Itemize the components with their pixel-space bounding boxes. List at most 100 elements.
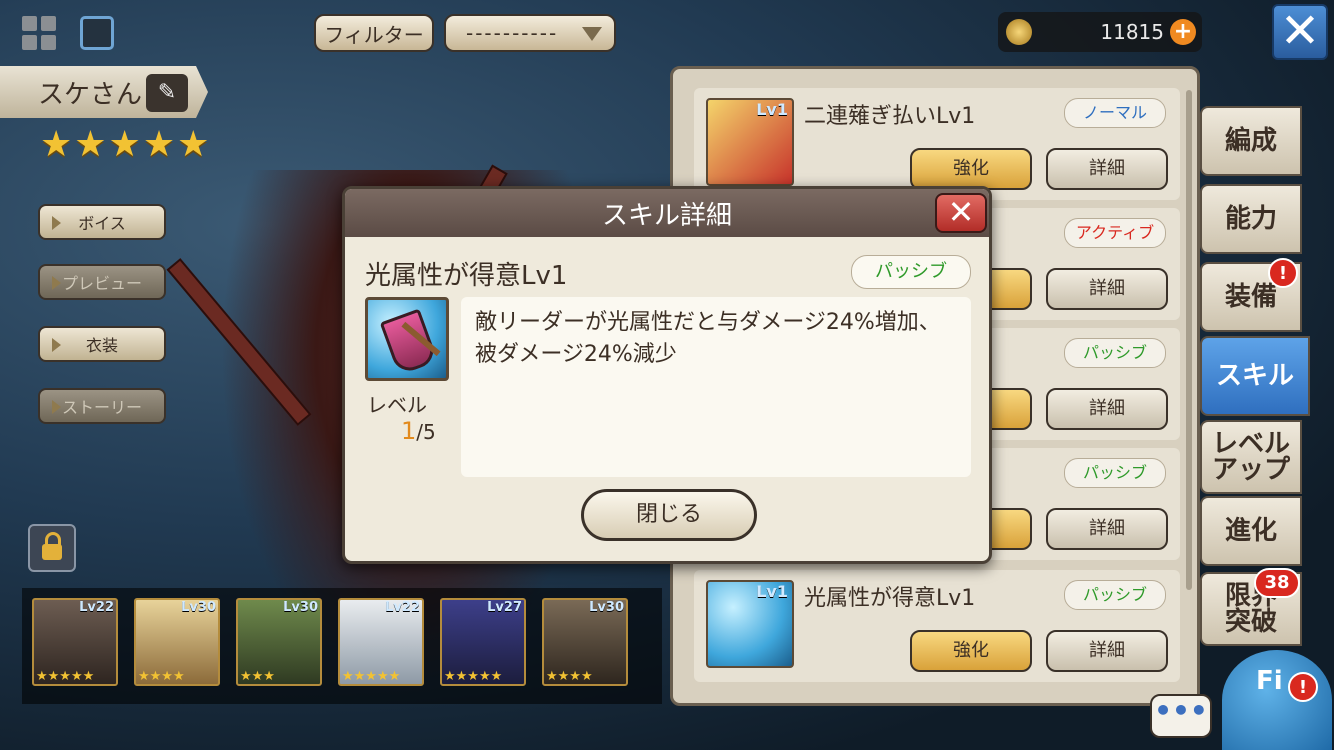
preview-button[interactable]: プレビュー (38, 264, 166, 300)
roster-unit[interactable]: Lv22 ★★★★★ (338, 598, 424, 686)
tab-formation[interactable]: 編成 (1200, 106, 1302, 176)
enhance-button[interactable]: 強化 (910, 630, 1032, 672)
skill-icon-level: Lv1 (756, 582, 788, 601)
skill-row: Lv1 光属性が得意Lv1 パッシブ 強化 詳細 (694, 570, 1180, 682)
filter-label: フィルター (324, 22, 424, 47)
skill-type-tag: パッシブ (1064, 458, 1166, 488)
tab-level-up[interactable]: レベル アップ (1200, 420, 1302, 494)
tab-skills[interactable]: スキル (1200, 336, 1310, 416)
chevron-down-icon (582, 27, 602, 41)
scrollbar[interactable] (1186, 90, 1192, 590)
detail-button[interactable]: 詳細 (1046, 148, 1168, 190)
skill-name: 二連薙ぎ払いLv1 (804, 104, 976, 129)
filter-button[interactable]: フィルター (314, 14, 434, 52)
field-mascot-button[interactable] (1222, 650, 1332, 750)
tab-label: 編成 (1224, 126, 1277, 156)
alert-badge: ! (1288, 672, 1318, 702)
unit-level: Lv30 (589, 600, 624, 615)
close-icon: ✕ (1279, 3, 1321, 59)
tab-label: レベル アップ (1211, 429, 1290, 485)
alert-badge: ! (1268, 258, 1298, 288)
skill-detail-modal: スキル詳細 ✕ 光属性が得意Lv1 パッシブ レベル 1/5 敵リーダーが光属性… (342, 186, 992, 564)
voice-label: ボイス (78, 214, 126, 233)
currency-display: 11815 + (998, 12, 1202, 52)
roster-unit[interactable]: Lv22 ★★★★★ (32, 598, 118, 686)
coin-icon (1006, 19, 1032, 45)
detail-button[interactable]: 詳細 (1046, 388, 1168, 430)
unit-stars: ★★★★ (138, 669, 185, 684)
unit-name: スケさん (38, 80, 143, 110)
chat-button[interactable]: ••• (1150, 694, 1212, 738)
sort-dropdown[interactable]: ---------- (444, 14, 616, 52)
unit-stars: ★★★★★ (36, 669, 95, 684)
roster-unit[interactable]: Lv30 ★★★★ (542, 598, 628, 686)
unit-roster: Lv22 ★★★★★ Lv30 ★★★★ Lv30 ★★★ Lv22 ★★★★★ Lv2… (22, 588, 662, 704)
detail-button[interactable]: 詳細 (1046, 508, 1168, 550)
skill-name: 光属性が得意Lv1 (365, 261, 568, 291)
play-icon (52, 216, 61, 230)
skill-icon: Lv1 (706, 580, 794, 668)
roster-unit[interactable]: Lv30 ★★★★ (134, 598, 220, 686)
unit-level: Lv27 (487, 600, 522, 615)
field-label: Fi (1256, 666, 1283, 696)
tab-label: 装備 (1224, 282, 1277, 312)
select-checkbox[interactable] (80, 16, 114, 50)
pencil-icon: ✎ (157, 80, 177, 105)
skill-icon: Lv1 (706, 98, 794, 186)
lock-icon (42, 532, 62, 560)
detail-button[interactable]: 詳細 (1046, 268, 1168, 310)
edit-name-button[interactable]: ✎ (146, 74, 188, 112)
story-button[interactable]: ストーリー (38, 388, 166, 424)
shield-icon (365, 297, 449, 381)
skill-name: 光属性が得意Lv1 (804, 586, 976, 611)
skill-description: 敵リーダーが光属性だと与ダメージ24%増加、被ダメージ24%減少 (475, 310, 941, 367)
count-badge: 38 (1254, 568, 1300, 598)
description-box: 敵リーダーが光属性だと与ダメージ24%増加、被ダメージ24%減少 (461, 297, 971, 477)
rarity-stars: ★★★★★ (40, 124, 212, 165)
costume-button[interactable]: 衣装 (38, 326, 166, 362)
modal-title: スキル詳細 (601, 201, 732, 231)
tab-label: スキル (1215, 361, 1294, 391)
roster-unit[interactable]: Lv30 ★★★ (236, 598, 322, 686)
play-icon (52, 400, 61, 414)
skill-type-tag: アクティブ (1064, 218, 1166, 248)
level-value: 1/5 (401, 417, 436, 445)
tab-stats[interactable]: 能力 (1200, 184, 1302, 254)
voice-button[interactable]: ボイス (38, 204, 166, 240)
skill-type-tag: パッシブ (1064, 338, 1166, 368)
level-label: レベル (367, 393, 427, 417)
close-icon: ✕ (947, 193, 975, 231)
modal-close-button[interactable]: ✕ (935, 193, 987, 233)
skill-type-tag: パッシブ (1064, 580, 1166, 610)
unit-level: Lv22 (385, 600, 420, 615)
gold-amount: 11815 (1100, 20, 1164, 44)
unit-stars: ★★★★★ (444, 669, 503, 684)
lock-button[interactable] (28, 524, 76, 572)
level-current: 1 (401, 417, 417, 445)
detail-button[interactable]: 詳細 (1046, 630, 1168, 672)
skill-type-tag: パッシブ (851, 255, 971, 289)
unit-level: Lv30 (283, 600, 318, 615)
unit-stars: ★★★ (240, 669, 275, 684)
tab-evolution[interactable]: 進化 (1200, 496, 1302, 566)
grid-view-icon[interactable] (22, 16, 56, 50)
play-icon (52, 338, 61, 352)
unit-level: Lv22 (79, 600, 114, 615)
dropdown-value: ---------- (466, 21, 559, 45)
unit-stars: ★★★★★ (342, 669, 401, 684)
skill-row: Lv1 二連薙ぎ払いLv1 ノーマル 強化 詳細 (694, 88, 1180, 200)
preview-label: プレビュー (61, 274, 142, 293)
add-currency-button[interactable]: + (1170, 19, 1196, 45)
unit-stars: ★★★★ (546, 669, 593, 684)
enhance-button[interactable]: 強化 (910, 148, 1032, 190)
story-label: ストーリー (61, 398, 142, 417)
skill-type-tag: ノーマル (1064, 98, 1166, 128)
costume-label: 衣装 (85, 336, 118, 355)
tab-label: 能力 (1224, 204, 1277, 234)
roster-unit[interactable]: Lv27 ★★★★★ (440, 598, 526, 686)
play-icon (52, 276, 61, 290)
close-screen-button[interactable]: ✕ (1272, 4, 1328, 60)
skill-icon-level: Lv1 (756, 100, 788, 119)
unit-level: Lv30 (181, 600, 216, 615)
close-button[interactable]: 閉じる (581, 489, 757, 541)
